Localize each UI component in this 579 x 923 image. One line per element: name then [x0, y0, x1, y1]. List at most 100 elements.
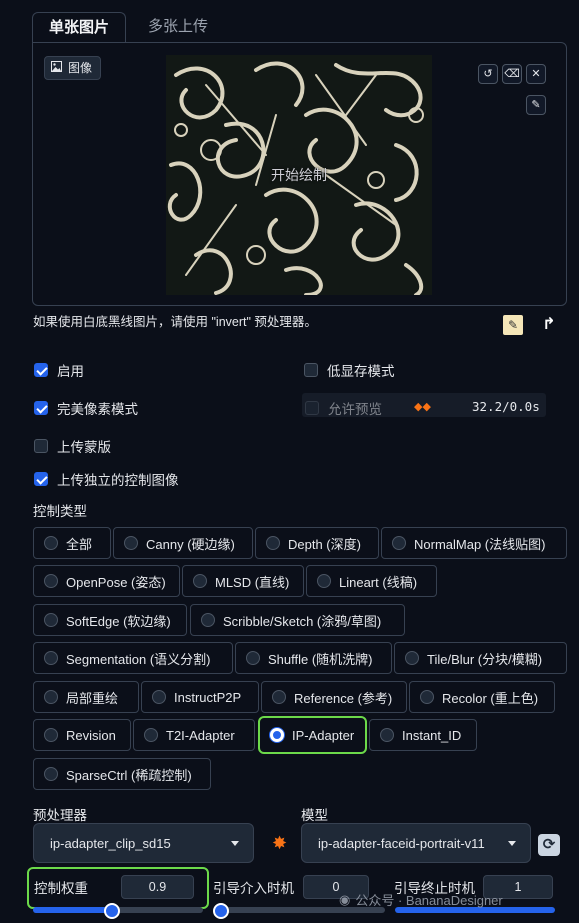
control-type-instructp2p[interactable]: InstructP2P: [141, 681, 259, 713]
radio-dot[interactable]: [44, 574, 58, 588]
undo-icon[interactable]: ↺: [478, 64, 498, 84]
control-type-softedge[interactable]: SoftEdge (软边缘): [33, 604, 187, 636]
radio-label: 局部重绘: [66, 690, 119, 706]
low-vram-checkbox-box[interactable]: [304, 363, 318, 377]
control-type-t2i-adapter[interactable]: T2I-Adapter: [133, 719, 255, 751]
radio-label: SparseCtrl (稀疏控制): [66, 767, 192, 783]
radio-dot[interactable]: [44, 536, 58, 550]
radio-label: OpenPose (姿态): [66, 574, 166, 590]
tab-single-image[interactable]: 单张图片: [32, 12, 127, 43]
pixel-perfect-checkbox-box[interactable]: [34, 401, 48, 415]
upload-arrow-icon[interactable]: ↱: [540, 315, 558, 335]
radio-label: Reference (参考): [294, 690, 393, 706]
allow-preview-checkbox[interactable]: 允许预览: [305, 398, 382, 418]
radio-dot[interactable]: [272, 690, 286, 704]
control-type-all[interactable]: 全部: [33, 527, 111, 559]
weight-label: 控制权重: [34, 881, 88, 896]
brush-icon[interactable]: ✎: [526, 95, 546, 115]
radio-label: IP-Adapter: [292, 727, 355, 743]
radio-dot[interactable]: [317, 574, 331, 588]
radio-dot[interactable]: [201, 613, 215, 627]
radio-dot[interactable]: [124, 536, 138, 550]
control-type-inpaint[interactable]: 局部重绘: [33, 681, 139, 713]
image-icon: [51, 57, 62, 79]
radio-label: T2I-Adapter: [166, 727, 235, 743]
weight-input[interactable]: 0.9: [121, 875, 194, 899]
control-type-revision[interactable]: Revision: [33, 719, 131, 751]
control-type-instant-id[interactable]: Instant_ID: [369, 719, 477, 751]
preprocessor-label: 预处理器: [33, 808, 87, 823]
control-type-segmentation[interactable]: Segmentation (语义分割): [33, 642, 233, 674]
radio-label: MLSD (直线): [215, 574, 290, 590]
control-type-shuffle[interactable]: Shuffle (随机洗牌): [235, 642, 392, 674]
enable-checkbox[interactable]: 启用: [34, 360, 84, 380]
upload-mask-checkbox[interactable]: 上传蒙版: [34, 436, 111, 456]
radio-dot[interactable]: [144, 728, 158, 742]
control-type-canny[interactable]: Canny (硬边缘): [113, 527, 253, 559]
low-vram-checkbox[interactable]: 低显存模式: [304, 360, 395, 380]
radio-dot[interactable]: [44, 651, 58, 665]
control-type-recolor[interactable]: Recolor (重上色): [409, 681, 555, 713]
chevron-down-icon: [231, 841, 239, 846]
invert-note: 如果使用白底黑线图片，请使用 "invert" 预处理器。: [33, 315, 317, 329]
close-icon[interactable]: ✕: [526, 64, 546, 84]
radio-label: Revision: [66, 727, 116, 743]
radio-dot[interactable]: [44, 767, 58, 781]
explosion-icon[interactable]: ✸: [272, 833, 287, 854]
radio-dot[interactable]: [44, 613, 58, 627]
preprocessor-dropdown[interactable]: ip-adapter_clip_sd15: [33, 823, 254, 863]
radio-dot[interactable]: [44, 690, 58, 704]
control-type-title: 控制类型: [33, 504, 87, 519]
radio-label: Scribble/Sketch (涂鸦/草图): [223, 613, 382, 629]
radio-dot[interactable]: [44, 728, 58, 742]
upload-independent-checkbox[interactable]: 上传独立的控制图像: [34, 469, 179, 489]
start-slider-thumb[interactable]: [213, 903, 229, 919]
radio-dot-selected[interactable]: [270, 728, 284, 742]
control-type-mlsd[interactable]: MLSD (直线): [182, 565, 304, 597]
wechat-icon: ◉: [339, 891, 351, 907]
pixel-perfect-checkbox[interactable]: 完美像素模式: [34, 398, 138, 418]
edit-icon[interactable]: ✎: [503, 315, 523, 335]
control-type-scribble[interactable]: Scribble/Sketch (涂鸦/草图): [190, 604, 405, 636]
model-label: 模型: [301, 808, 328, 823]
canvas-hint: 开始绘制: [271, 167, 327, 183]
image-label: 图像: [44, 56, 102, 80]
enable-checkbox-box[interactable]: [34, 363, 48, 377]
radio-label: InstructP2P: [174, 689, 242, 705]
allow-preview-checkbox-box[interactable]: [305, 401, 319, 415]
model-value: ip-adapter-faceid-portrait-v11: [318, 835, 485, 851]
control-type-openpose[interactable]: OpenPose (姿态): [33, 565, 180, 597]
control-type-lineart[interactable]: Lineart (线稿): [306, 565, 437, 597]
upload-independent-checkbox-box[interactable]: [34, 472, 48, 486]
control-type-normalmap[interactable]: NormalMap (法线贴图): [381, 527, 567, 559]
image-label-text: 图像: [68, 61, 93, 75]
radio-label: SoftEdge (软边缘): [66, 613, 171, 629]
control-type-ip-adapter[interactable]: IP-Adapter: [258, 716, 367, 754]
radio-dot[interactable]: [380, 728, 394, 742]
radio-dot[interactable]: [152, 690, 166, 704]
weight-slider-fill: [33, 907, 110, 913]
control-type-depth[interactable]: Depth (深度): [255, 527, 379, 559]
radio-dot[interactable]: [405, 651, 419, 665]
preprocessor-value: ip-adapter_clip_sd15: [50, 835, 171, 851]
drawing-canvas[interactable]: 开始绘制: [166, 55, 432, 295]
control-type-reference[interactable]: Reference (参考): [261, 681, 407, 713]
model-dropdown[interactable]: ip-adapter-faceid-portrait-v11: [301, 823, 531, 863]
radio-dot[interactable]: [420, 690, 434, 704]
radio-label: Depth (深度): [288, 536, 361, 552]
radio-dot[interactable]: [193, 574, 207, 588]
tab-multi-upload[interactable]: 多张上传: [132, 12, 224, 42]
radio-dot[interactable]: [392, 536, 406, 550]
upload-mask-label: 上传蒙版: [57, 440, 111, 455]
control-type-tile[interactable]: Tile/Blur (分块/模糊): [394, 642, 567, 674]
image-tabs: 单张图片 多张上传: [32, 12, 567, 43]
radio-dot[interactable]: [246, 651, 260, 665]
upload-mask-checkbox-box[interactable]: [34, 439, 48, 453]
eraser-icon[interactable]: ⌫: [502, 64, 522, 84]
control-type-sparsectrl[interactable]: SparseCtrl (稀疏控制): [33, 758, 211, 790]
weight-slider-thumb[interactable]: [103, 903, 120, 919]
refresh-icon[interactable]: ⟳: [538, 834, 560, 856]
radio-label: Tile/Blur (分块/模糊): [427, 651, 543, 667]
start-label: 引导介入时机: [213, 881, 294, 896]
radio-dot[interactable]: [266, 536, 280, 550]
